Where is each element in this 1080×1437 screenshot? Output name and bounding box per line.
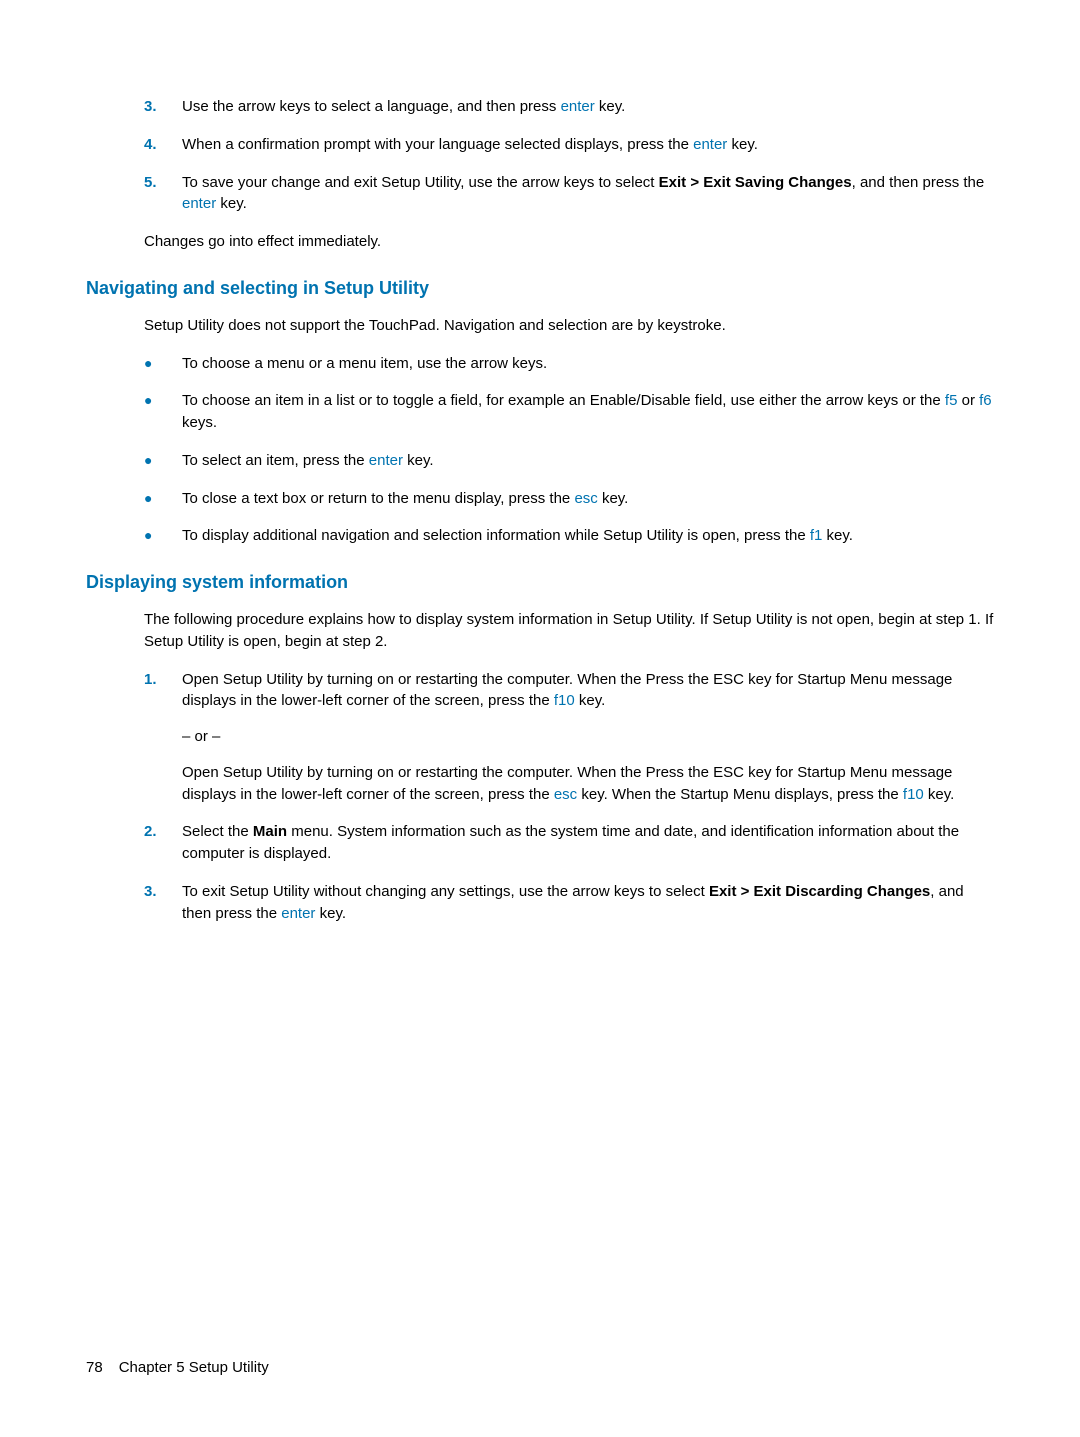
paragraph: Changes go into effect immediately.: [144, 231, 994, 253]
text: Select the: [182, 823, 253, 840]
list-body: When a confirmation prompt with your lan…: [182, 134, 994, 156]
text: or: [957, 392, 979, 409]
paragraph: The following procedure explains how to …: [144, 609, 994, 653]
list-item: ● To choose an item in a list or to togg…: [144, 390, 994, 434]
text: Use the arrow keys to select a language,…: [182, 98, 561, 115]
ordered-list-top: 3. Use the arrow keys to select a langua…: [144, 96, 994, 215]
list-body: Select the Main menu. System information…: [182, 821, 994, 865]
list-item: ● To close a text box or return to the m…: [144, 488, 994, 510]
text: key.: [822, 527, 853, 544]
key-enter: enter: [561, 98, 595, 115]
text: key.: [315, 905, 346, 922]
key-enter: enter: [182, 195, 216, 212]
text: To exit Setup Utility without changing a…: [182, 883, 709, 900]
paragraph: Open Setup Utility by turning on or rest…: [182, 669, 994, 713]
text: To choose a menu or a menu item, use the…: [182, 355, 547, 372]
key-f6: f6: [979, 392, 992, 409]
menu-path: Exit > Exit Saving Changes: [659, 174, 852, 191]
text: To save your change and exit Setup Utili…: [182, 174, 659, 191]
paragraph: Open Setup Utility by turning on or rest…: [182, 762, 994, 806]
list-item: 4. When a confirmation prompt with your …: [144, 134, 994, 156]
list-number: 2.: [144, 821, 182, 865]
list-number: 1.: [144, 669, 182, 806]
text: key.: [727, 136, 758, 153]
list-number: 3.: [144, 96, 182, 118]
list-item: ● To display additional navigation and s…: [144, 525, 994, 547]
text: menu. System information such as the sys…: [182, 823, 959, 862]
page-number: 78: [86, 1359, 103, 1376]
list-item: 5. To save your change and exit Setup Ut…: [144, 172, 994, 216]
list-item: 3. Use the arrow keys to select a langua…: [144, 96, 994, 118]
bullet-icon: ●: [144, 525, 182, 547]
heading-navigating: Navigating and selecting in Setup Utilit…: [86, 275, 994, 301]
list-body: To choose a menu or a menu item, use the…: [182, 353, 994, 375]
ordered-list-bottom: 1. Open Setup Utility by turning on or r…: [144, 669, 994, 925]
list-item: ● To select an item, press the enter key…: [144, 450, 994, 472]
key-f10: f10: [903, 786, 924, 803]
text: , and then press the: [852, 174, 985, 191]
text: key.: [403, 452, 434, 469]
list-body: To exit Setup Utility without changing a…: [182, 881, 994, 925]
text: key.: [924, 786, 955, 803]
list-body: To display additional navigation and sel…: [182, 525, 994, 547]
text: key.: [575, 692, 606, 709]
text: keys.: [182, 414, 217, 431]
bullet-icon: ●: [144, 353, 182, 375]
text: When a confirmation prompt with your lan…: [182, 136, 693, 153]
text: key.: [216, 195, 247, 212]
list-body: To close a text box or return to the men…: [182, 488, 994, 510]
list-body: To select an item, press the enter key.: [182, 450, 994, 472]
key-esc: esc: [574, 490, 597, 507]
page-footer: 78 Chapter 5 Setup Utility: [86, 1357, 269, 1379]
heading-displaying: Displaying system information: [86, 569, 994, 595]
list-item: 2. Select the Main menu. System informat…: [144, 821, 994, 865]
list-body: Open Setup Utility by turning on or rest…: [182, 669, 994, 806]
list-body: To choose an item in a list or to toggle…: [182, 390, 994, 434]
key-esc: esc: [554, 786, 577, 803]
menu-path: Exit > Exit Discarding Changes: [709, 883, 930, 900]
list-item: ● To choose a menu or a menu item, use t…: [144, 353, 994, 375]
list-item: 3. To exit Setup Utility without changin…: [144, 881, 994, 925]
list-number: 5.: [144, 172, 182, 216]
paragraph: Setup Utility does not support the Touch…: [144, 315, 994, 337]
text: To choose an item in a list or to toggle…: [182, 392, 945, 409]
list-body: Use the arrow keys to select a language,…: [182, 96, 994, 118]
text: key.: [595, 98, 626, 115]
list-body: To save your change and exit Setup Utili…: [182, 172, 994, 216]
key-enter: enter: [369, 452, 403, 469]
menu-main: Main: [253, 823, 287, 840]
list-number: 3.: [144, 881, 182, 925]
bullet-icon: ●: [144, 450, 182, 472]
key-enter: enter: [281, 905, 315, 922]
key-f5: f5: [945, 392, 958, 409]
key-f10: f10: [554, 692, 575, 709]
text: To close a text box or return to the men…: [182, 490, 574, 507]
chapter-label: Chapter 5 Setup Utility: [119, 1359, 269, 1376]
bullet-icon: ●: [144, 488, 182, 510]
bullet-icon: ●: [144, 390, 182, 434]
or-separator: – or –: [182, 726, 994, 748]
list-item: 1. Open Setup Utility by turning on or r…: [144, 669, 994, 806]
key-f1: f1: [810, 527, 823, 544]
document-page: 3. Use the arrow keys to select a langua…: [0, 0, 1080, 1437]
key-enter: enter: [693, 136, 727, 153]
text: key. When the Startup Menu displays, pre…: [577, 786, 903, 803]
bullet-list: ● To choose a menu or a menu item, use t…: [144, 353, 994, 548]
text: To select an item, press the: [182, 452, 369, 469]
text: key.: [598, 490, 629, 507]
list-number: 4.: [144, 134, 182, 156]
text: To display additional navigation and sel…: [182, 527, 810, 544]
